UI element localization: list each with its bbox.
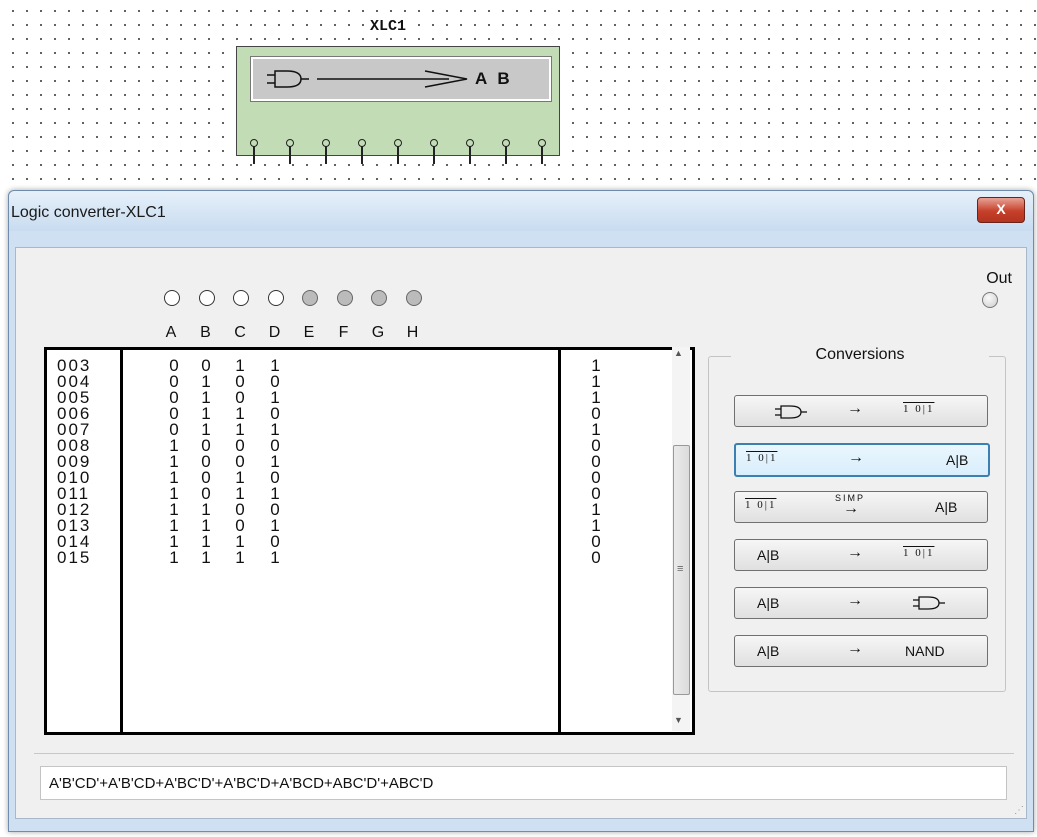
client-area: Out ABCDEFGH 003 0 0 1 1 1 004 0 1 0 0 1 005 0 1 0 1 1 006… [15,247,1027,819]
output-indicator: Out [982,270,1012,308]
column-header-e[interactable]: E [300,324,318,342]
truth-table-to-simplified-expression-button[interactable]: 1 0|1 SIMP → A|B [734,491,988,523]
column-header-g[interactable]: G [369,324,387,342]
input-pin-icon[interactable] [466,139,474,147]
input-pin-icon[interactable] [358,139,366,147]
column-header-b[interactable]: B [197,324,215,342]
truth-table[interactable]: 003 0 0 1 1 1 004 0 1 0 0 1 005 0 1 0 1 1 006 0 1 1 0 0 007 0 1 1 1 1… [44,347,695,735]
arrow-icon: → [847,592,863,609]
input-pin-icon[interactable] [322,139,330,147]
arrow-icon: → [847,544,863,561]
output-label: Out [986,270,1012,287]
input-led-b-icon[interactable] [198,290,215,306]
column-header-h[interactable]: H [404,324,422,342]
input-pin-icon[interactable] [502,139,510,147]
instrument-label: XLC1 [368,18,409,35]
scroll-up-icon[interactable]: ▲ [674,348,683,358]
input-led-a-icon[interactable] [164,290,180,306]
nand-label: NAND [905,643,945,659]
output-led-icon [982,292,998,308]
input-led-e-icon[interactable] [302,290,318,306]
expression-icon: A|B [757,643,780,659]
row-index: 015 [57,548,92,567]
conversions-title: Conversions [731,346,989,364]
boolean-expression-field[interactable]: A'B'CD'+A'B'CD+A'BC'D'+A'BC'D+A'BCD+ABC'… [40,766,1007,800]
instrument-display-text: A B [475,69,513,88]
scroll-down-icon[interactable]: ▼ [674,715,683,725]
input-led-c-icon[interactable] [233,290,249,306]
expression-to-truth-table-button[interactable]: A|B → 1 0|1 [734,539,988,571]
circuit-to-truth-table-button[interactable]: → 1 0|1 [734,395,988,427]
truth-table-to-expression-button[interactable]: 1 0|1 → A|B [734,443,990,477]
expression-to-nand-button[interactable]: A|B → NAND [734,635,988,667]
input-pin-icon[interactable] [250,139,258,147]
title-bar[interactable]: Logic converter-XLC1 X [9,191,1033,231]
instrument-display: A B [250,56,552,102]
expression-to-circuit-button[interactable]: A|B → [734,587,988,619]
input-pin-icon[interactable] [394,139,402,147]
truth-table-icon: 1 0|1 [903,547,935,559]
logic-converter-window: Logic converter-XLC1 X Out ABCDEFGH 003 0… [8,190,1034,832]
input-value-a: 1 [169,548,179,567]
column-header-f[interactable]: F [335,324,353,342]
resize-grip-icon[interactable]: ⋰ [1014,805,1024,816]
separator [34,753,1014,754]
arrow-icon: → [847,400,863,417]
close-button[interactable]: X [977,197,1025,223]
arrow-icon: → [848,449,864,466]
gate-icon [773,405,809,422]
input-pin-icon[interactable] [430,139,438,147]
arrow-icon: → [843,500,859,517]
truth-table-icon: 1 0|1 [903,403,935,415]
input-value-c: 1 [235,548,245,567]
input-led-g-icon[interactable] [371,290,387,306]
expression-icon: A|B [946,452,969,468]
input-value-b: 1 [201,548,211,567]
expression-icon: A|B [935,499,958,515]
scrollbar-grip-icon: ≡ [677,563,684,575]
input-value-d: 1 [270,548,280,567]
gate-icon [911,596,947,613]
column-header-d[interactable]: D [266,324,284,342]
truth-table-icon: 1 0|1 [745,499,777,511]
input-pin-icon[interactable] [286,139,294,147]
input-pin-icon[interactable] [538,139,546,147]
window-title: Logic converter-XLC1 [11,204,166,221]
output-value[interactable]: 0 [587,549,605,566]
table-row[interactable]: 015 1 1 1 1 0 [47,548,687,567]
column-header-a[interactable]: A [162,324,180,342]
column-header-c[interactable]: C [231,324,249,342]
input-led-f-icon[interactable] [336,290,353,306]
input-led-h-icon[interactable] [405,290,422,306]
truth-table-icon: 1 0|1 [746,452,778,464]
expression-icon: A|B [757,595,780,611]
expression-icon: A|B [757,547,780,563]
arrow-icon: → [847,640,863,657]
input-led-d-icon[interactable] [267,290,284,306]
